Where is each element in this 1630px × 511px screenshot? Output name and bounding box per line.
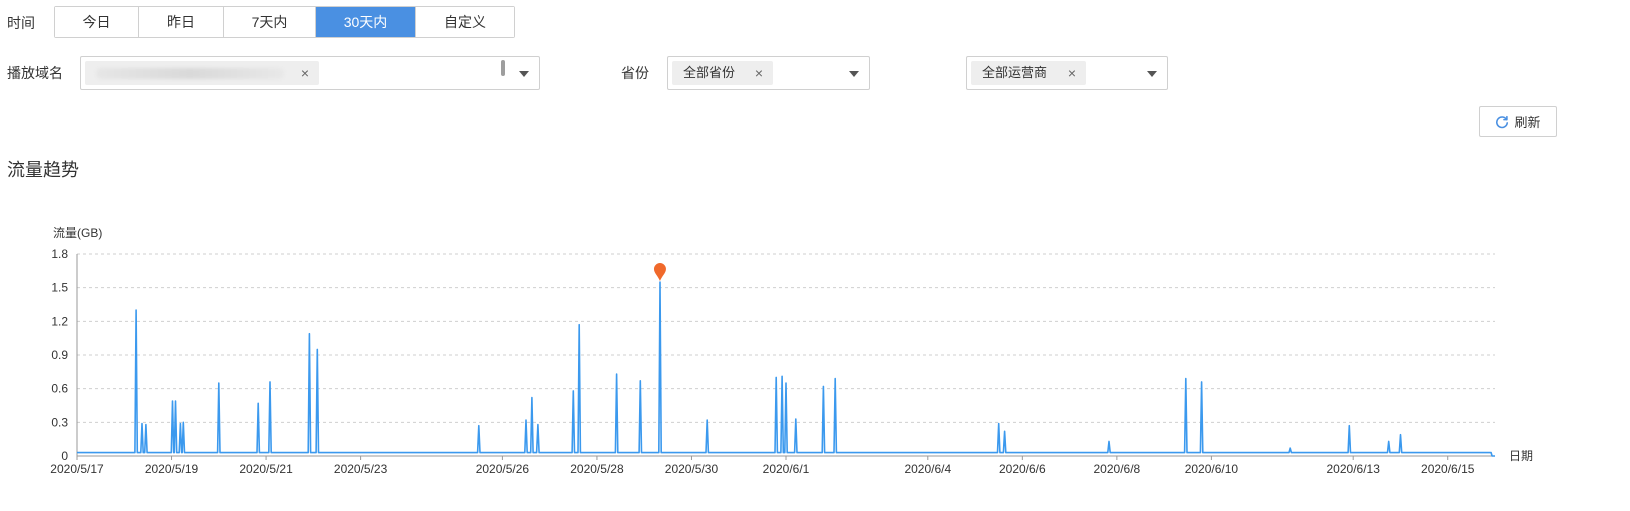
x-axis-label: 日期 [1509, 449, 1533, 463]
isp-select[interactable]: 全部运营商 × [966, 56, 1168, 90]
remove-isp-icon[interactable]: × [1068, 61, 1076, 85]
time-range-segmented: 今日 昨日 7天内 30天内 自定义 [54, 6, 515, 38]
section-title: 流量趋势 [7, 160, 79, 180]
redacted-domain [96, 68, 284, 79]
x-tick-label: 2020/5/21 [239, 462, 293, 476]
time-option-today[interactable]: 今日 [55, 7, 139, 37]
province-tag: 全部省份 × [672, 61, 773, 85]
refresh-label: 刷新 [1514, 115, 1541, 130]
chevron-down-icon[interactable] [1147, 71, 1157, 77]
domain-label: 播放域名 [7, 65, 63, 81]
remove-domain-icon[interactable]: × [301, 61, 309, 85]
time-option-yesterday[interactable]: 昨日 [139, 7, 224, 37]
time-option-7days[interactable]: 7天内 [224, 7, 316, 37]
x-tick-label: 2020/5/19 [145, 462, 199, 476]
traffic-trend-chart: 0 0.3 0.6 0.9 1.2 1.5 1.8 2020/5/17 2020/5/19 202… [50, 226, 1533, 476]
y-axis-label: 流量(GB) [53, 226, 102, 240]
y-tick-label: 1.8 [51, 247, 68, 261]
chevron-down-icon[interactable] [849, 71, 859, 77]
x-tick-label: 2020/6/1 [763, 462, 810, 476]
x-tick-label: 2020/5/23 [334, 462, 388, 476]
isp-tag-label: 全部运营商 [982, 65, 1048, 80]
province-select[interactable]: 全部省份 × [667, 56, 870, 90]
domain-tag: × [85, 61, 319, 85]
x-tick-label: 2020/5/17 [50, 462, 104, 476]
province-label: 省份 [621, 65, 649, 81]
y-tick-label: 0.3 [51, 415, 68, 429]
x-tick-label: 2020/6/8 [1094, 462, 1141, 476]
time-label: 时间 [7, 15, 35, 31]
traffic-series-line [77, 281, 1495, 457]
y-tick-label: 0.9 [51, 348, 68, 362]
y-tick-label: 0.6 [51, 382, 68, 396]
x-tick-label: 2020/5/26 [476, 462, 530, 476]
remove-province-icon[interactable]: × [755, 61, 763, 85]
refresh-button[interactable]: 刷新 [1479, 106, 1557, 137]
time-option-30days[interactable]: 30天内 [316, 7, 416, 37]
refresh-icon [1496, 115, 1509, 128]
y-tick-label: 0 [61, 449, 68, 463]
x-tick-label: 2020/6/10 [1185, 462, 1239, 476]
x-tick-label: 2020/5/28 [570, 462, 624, 476]
y-tick-label: 1.5 [51, 281, 68, 295]
max-point-marker [653, 263, 666, 282]
x-tick-label: 2020/6/13 [1327, 462, 1381, 476]
domain-select[interactable]: × [80, 56, 540, 90]
time-option-custom[interactable]: 自定义 [416, 7, 514, 37]
chevron-down-icon[interactable] [519, 71, 529, 77]
x-tick-label: 2020/5/30 [665, 462, 719, 476]
x-tick-label: 2020/6/15 [1421, 462, 1475, 476]
province-tag-label: 全部省份 [683, 65, 736, 80]
select-scrollbar[interactable] [501, 60, 505, 76]
x-tick-label: 2020/6/4 [904, 462, 951, 476]
y-tick-label: 1.2 [51, 314, 68, 328]
isp-tag: 全部运营商 × [971, 61, 1086, 85]
x-tick-label: 2020/6/6 [999, 462, 1046, 476]
